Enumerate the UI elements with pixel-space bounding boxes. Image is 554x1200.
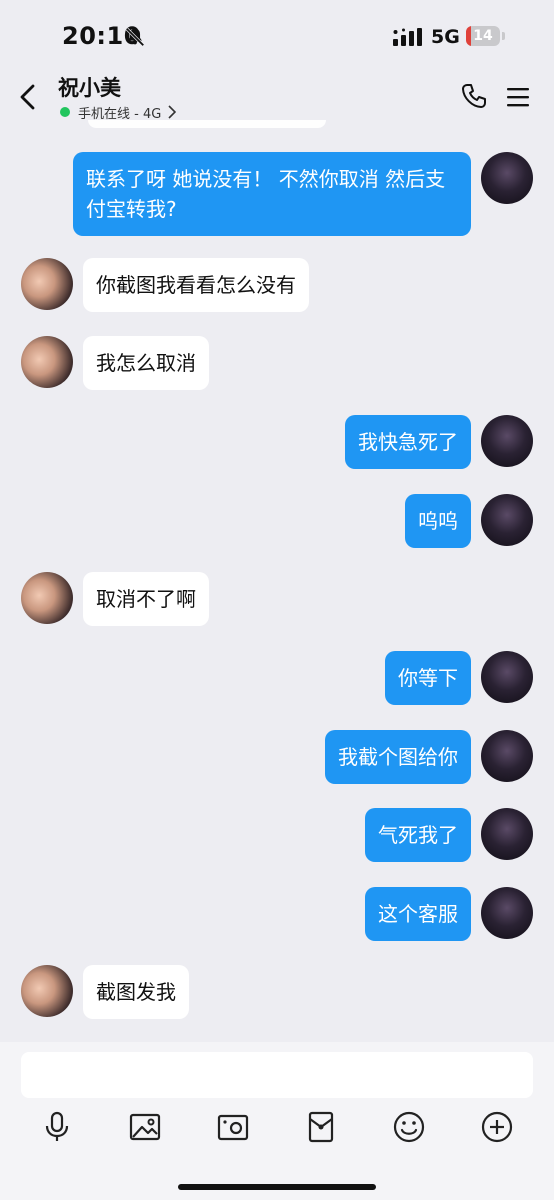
message-bubble[interactable]: 我截个图给你 <box>325 730 471 784</box>
phone-icon[interactable] <box>460 82 488 110</box>
home-indicator[interactable] <box>178 1184 376 1190</box>
battery-tip <box>502 32 505 40</box>
message-row: 我怎么取消 <box>0 336 554 390</box>
message-row: 我截个图给你 <box>0 730 554 784</box>
self-avatar[interactable] <box>481 887 533 939</box>
contact-avatar[interactable] <box>21 572 73 624</box>
message-bubble[interactable]: 取消不了啊 <box>83 572 209 626</box>
chat-header: 祝小美 手机在线 - 4G <box>0 72 554 126</box>
message-bubble[interactable]: 我怎么取消 <box>83 336 209 390</box>
contact-avatar[interactable] <box>21 258 73 310</box>
self-avatar[interactable] <box>481 494 533 546</box>
contact-avatar[interactable] <box>21 965 73 1017</box>
self-avatar[interactable] <box>481 415 533 467</box>
microphone-icon[interactable] <box>40 1110 74 1144</box>
message-bubble[interactable]: 你截图我看看怎么没有 <box>83 258 309 312</box>
contact-avatar[interactable] <box>21 336 73 388</box>
camera-icon[interactable] <box>216 1110 250 1144</box>
battery-level: 14 <box>473 28 493 44</box>
message-bubble[interactable]: 你等下 <box>385 651 471 705</box>
image-icon[interactable] <box>128 1110 162 1144</box>
message-bubble[interactable]: 我快急死了 <box>345 415 471 469</box>
message-bubble[interactable]: 联系了呀 她说没有！ 不然你取消 然后支付宝转我? <box>73 152 471 236</box>
self-avatar[interactable] <box>481 808 533 860</box>
self-avatar[interactable] <box>481 152 533 204</box>
message-row: 我快急死了 <box>0 415 554 469</box>
network-type: 5G <box>431 26 460 48</box>
message-row: 呜呜 <box>0 494 554 548</box>
battery-icon: 14 <box>466 26 500 46</box>
message-input[interactable] <box>21 1052 533 1098</box>
input-area <box>0 1042 554 1200</box>
message-row: 这个客服 <box>0 887 554 941</box>
message-bubble[interactable]: 这个客服 <box>365 887 471 941</box>
message-bubble[interactable]: 截图发我 <box>83 965 189 1019</box>
previous-message-edge <box>88 120 326 128</box>
bell-muted-icon <box>125 27 145 47</box>
message-row: 取消不了啊 <box>0 572 554 626</box>
message-row: 气死我了 <box>0 808 554 862</box>
status-bar: 20:10 5G 14 <box>0 0 554 72</box>
self-avatar[interactable] <box>481 730 533 782</box>
message-row: 你等下 <box>0 651 554 705</box>
menu-icon[interactable] <box>506 86 530 108</box>
emoji-icon[interactable] <box>392 1110 426 1144</box>
self-avatar[interactable] <box>481 651 533 703</box>
message-bubble[interactable]: 气死我了 <box>365 808 471 862</box>
chevron-right-icon[interactable] <box>168 105 176 119</box>
message-row: 你截图我看看怎么没有 <box>0 258 554 312</box>
back-icon[interactable] <box>16 82 40 112</box>
contact-name[interactable]: 祝小美 <box>58 72 121 102</box>
message-row: 截图发我 <box>0 965 554 1019</box>
signal-icon <box>393 28 422 46</box>
message-row: 联系了呀 她说没有！ 不然你取消 然后支付宝转我? <box>0 152 554 236</box>
message-bubble[interactable]: 呜呜 <box>405 494 471 548</box>
message-list: 联系了呀 她说没有！ 不然你取消 然后支付宝转我? 你截图我看看怎么没有 我怎么… <box>0 130 554 1040</box>
red-packet-icon[interactable] <box>304 1110 338 1144</box>
plus-icon[interactable] <box>480 1110 514 1144</box>
online-status-dot <box>60 107 70 117</box>
